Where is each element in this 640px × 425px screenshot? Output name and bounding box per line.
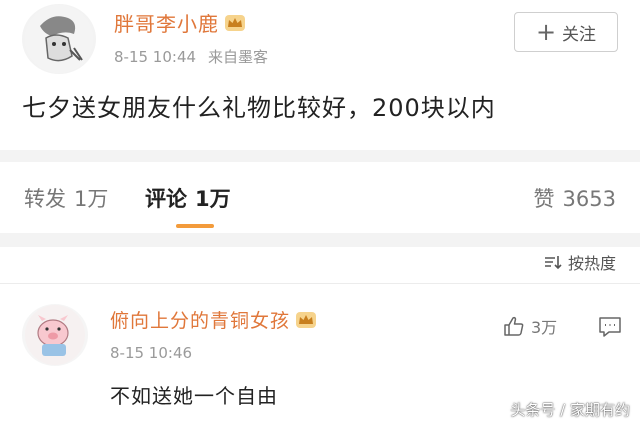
post-meta: 8-15 10:44 来自墨客 [114, 46, 268, 67]
post-time: 8-15 10:44 [114, 48, 197, 66]
commenter-avatar[interactable] [22, 304, 88, 366]
plus-icon: + [535, 18, 557, 46]
comment-count: 1万 [195, 187, 231, 211]
comment-author-line: 俯向上分的青铜女孩 [110, 306, 317, 333]
post-author-line: 胖哥李小鹿 [114, 8, 246, 37]
repost-tab[interactable]: 转发 1万 [24, 183, 108, 213]
comment-time: 8-15 10:46 [110, 344, 193, 362]
comment-author-name[interactable]: 俯向上分的青铜女孩 [110, 306, 290, 333]
section-divider [0, 233, 640, 247]
like-count: 3653 [562, 187, 616, 211]
active-tab-indicator [176, 224, 214, 228]
thumbs-up-icon [504, 316, 524, 336]
comment-like-button[interactable]: 3万 [503, 314, 557, 338]
section-divider [0, 150, 640, 162]
author-avatar[interactable] [22, 4, 96, 74]
like-tab[interactable]: 赞 3653 [534, 183, 616, 213]
divider [0, 283, 640, 284]
follow-label: 关注 [562, 24, 597, 45]
comment-tab[interactable]: 评论 1万 [145, 183, 231, 213]
crown-badge-icon [225, 14, 245, 31]
post-source[interactable]: 来自墨客 [208, 48, 268, 66]
sort-toggle[interactable]: 按热度 [544, 250, 616, 274]
comment-like-count: 3万 [531, 318, 558, 337]
repost-count: 1万 [74, 187, 109, 211]
follow-button[interactable]: + 关注 [514, 12, 618, 52]
comment-text: 不如送她一个自由 [110, 384, 278, 408]
comment-label: 评论 [145, 187, 187, 211]
like-label: 赞 [533, 187, 555, 211]
crown-badge-icon [296, 311, 317, 328]
watermark: 头条号 / 家期有约 [510, 401, 630, 419]
sort-label: 按热度 [567, 254, 616, 273]
repost-label: 转发 [24, 187, 66, 211]
post-text: 七夕送女朋友什么礼物比较好，200块以内 [22, 94, 496, 122]
comment-reply-icon[interactable] [598, 316, 622, 338]
post-author-name[interactable]: 胖哥李小鹿 [114, 8, 219, 37]
sort-icon [544, 256, 562, 270]
